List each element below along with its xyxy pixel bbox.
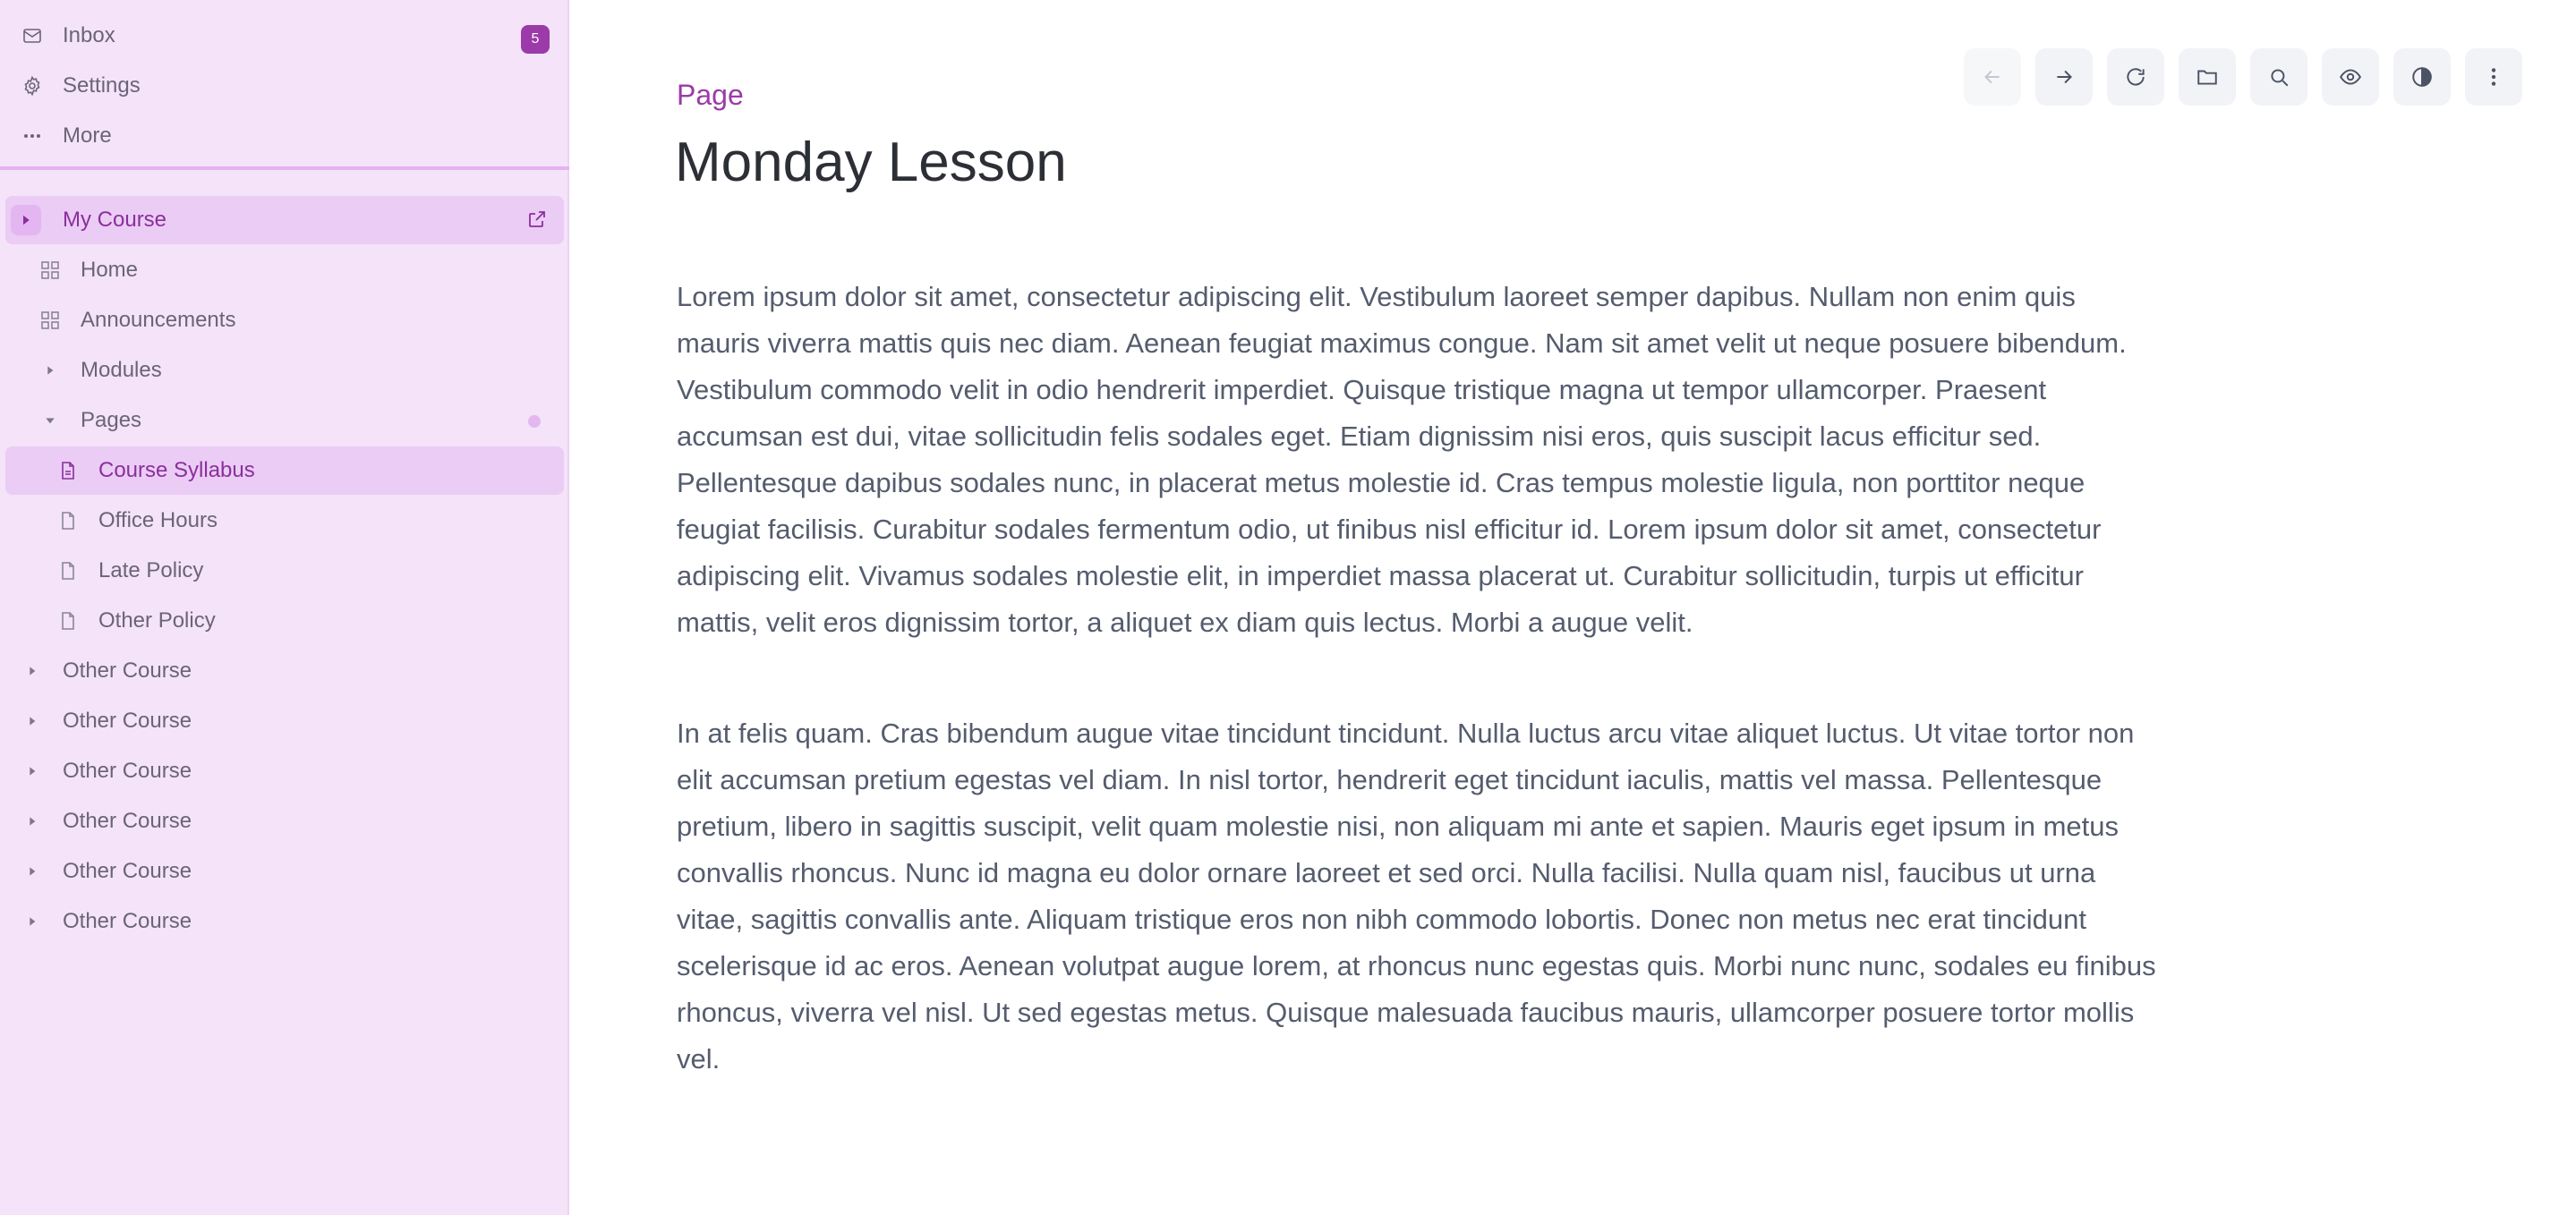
status-dot: [528, 415, 541, 428]
refresh-button[interactable]: [2107, 48, 2164, 106]
sidebar-item-home[interactable]: Home: [5, 247, 564, 293]
body-paragraph: Lorem ipsum dolor sit amet, consectetur …: [677, 281, 2127, 638]
contrast-icon: [2412, 67, 2432, 87]
sidebar-page-label: Course Syllabus: [98, 458, 255, 482]
sidebar-item-label: More: [63, 123, 112, 148]
mail-icon: [18, 21, 47, 50]
sidebar-item-label: Settings: [63, 73, 141, 98]
sidebar-course-other[interactable]: Other Course: [5, 748, 564, 794]
sidebar-course-other[interactable]: Other Course: [5, 798, 564, 845]
body-paragraph: In at felis quam. Cras bibendum augue vi…: [677, 718, 2156, 1075]
external-link-icon[interactable]: [526, 208, 548, 230]
breadcrumb[interactable]: Page: [677, 79, 744, 112]
sidebar-course-label: Other Course: [63, 709, 192, 733]
grid-icon: [36, 256, 64, 285]
page-title: Monday Lesson: [675, 132, 1067, 193]
chevron-right-icon[interactable]: [36, 356, 64, 385]
sidebar-course-label: Other Course: [63, 658, 192, 683]
chevron-right-icon[interactable]: [18, 807, 47, 836]
kebab-icon: [2491, 68, 2496, 86]
more-options-button[interactable]: [2465, 48, 2522, 106]
sidebar-course-label: Other Course: [63, 759, 192, 783]
folder-icon: [2197, 70, 2217, 85]
sidebar-course-other[interactable]: Other Course: [5, 648, 564, 694]
file-icon: [54, 456, 82, 485]
arrow-left-icon: [1984, 70, 2000, 84]
sidebar-divider: [0, 166, 569, 170]
sidebar-page-label: Office Hours: [98, 508, 218, 532]
chevron-down-icon[interactable]: [36, 406, 64, 435]
chevron-right-icon[interactable]: [18, 707, 47, 735]
sidebar-course-label: Other Course: [63, 809, 192, 833]
search-icon: [2271, 69, 2289, 87]
sidebar-course-other[interactable]: Other Course: [5, 698, 564, 744]
refresh-icon: [2127, 68, 2145, 86]
chevron-right-icon[interactable]: [11, 205, 41, 235]
ellipsis-icon: [18, 122, 47, 150]
sidebar-item-announcements[interactable]: Announcements: [5, 297, 564, 344]
sidebar-page-course-syllabus[interactable]: Course Syllabus: [5, 446, 564, 495]
sidebar-page-other-policy[interactable]: Other Policy: [5, 598, 564, 644]
sidebar-item-settings[interactable]: Settings: [5, 63, 564, 109]
chevron-right-icon[interactable]: [18, 757, 47, 786]
sidebar-item-label: Inbox: [63, 23, 115, 47]
grid-icon: [36, 306, 64, 335]
sidebar-course-label: Other Course: [63, 859, 192, 883]
sidebar-page-label: Other Policy: [98, 608, 216, 633]
sidebar-item-label: Announcements: [81, 308, 236, 332]
sidebar-course-my-course[interactable]: My Course: [5, 196, 564, 244]
eye-icon: [2340, 69, 2361, 85]
sidebar-item-pages[interactable]: Pages: [5, 397, 564, 444]
forward-button[interactable]: [2035, 48, 2093, 106]
sidebar-course-other[interactable]: Other Course: [5, 848, 564, 895]
contrast-button[interactable]: [2393, 48, 2451, 106]
file-icon: [54, 506, 82, 535]
sidebar-course-label: Other Course: [63, 909, 192, 933]
sidebar-item-label: Pages: [81, 408, 142, 432]
preview-button[interactable]: [2322, 48, 2379, 106]
sidebar-page-late-policy[interactable]: Late Policy: [5, 548, 564, 594]
sidebar-page-office-hours[interactable]: Office Hours: [5, 497, 564, 544]
sidebar-item-label: Home: [81, 258, 139, 282]
main-content: Page Monday Lesson Lorem ipsum dolor sit…: [569, 0, 2576, 1215]
sidebar-item-label: Modules: [81, 358, 162, 382]
chevron-right-icon[interactable]: [18, 907, 47, 936]
back-button[interactable]: [1964, 48, 2021, 106]
sidebar-item-modules[interactable]: Modules: [5, 347, 564, 394]
sidebar-item-more[interactable]: More: [5, 113, 564, 159]
chevron-right-icon[interactable]: [18, 657, 47, 685]
folder-button[interactable]: [2179, 48, 2236, 106]
file-icon: [54, 607, 82, 635]
sidebar-course-label: My Course: [63, 208, 167, 232]
inbox-count-badge: 5: [521, 25, 550, 54]
search-button[interactable]: [2250, 48, 2307, 106]
arrow-right-icon: [2057, 70, 2072, 84]
sidebar-page-label: Late Policy: [98, 558, 204, 582]
chevron-right-icon[interactable]: [18, 857, 47, 886]
sidebar-item-inbox[interactable]: Inbox 5: [5, 13, 564, 59]
sidebar: Inbox 5 Settings More My Course Home Ann…: [0, 0, 569, 1215]
gear-icon: [18, 72, 47, 100]
sidebar-course-other[interactable]: Other Course: [5, 898, 564, 945]
file-icon: [54, 557, 82, 585]
